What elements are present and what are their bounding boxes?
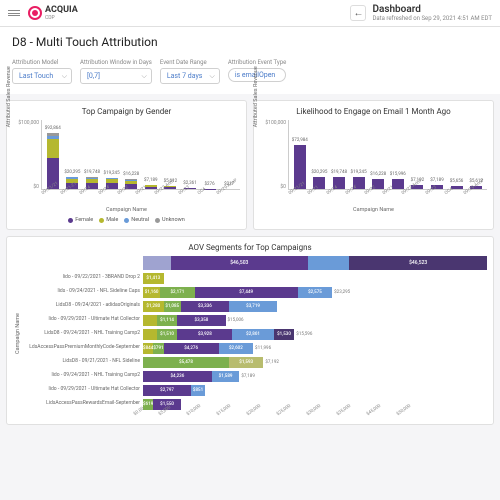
filter-window-select[interactable]: [0,7] — [80, 68, 152, 84]
row-label: LdsAccessPassPremiumMonthlyCode-Septembe… — [23, 340, 140, 354]
row-label: LidsAccessPassRewardsEmail-September — [23, 396, 140, 410]
y-axis: $100,000 $0 — [13, 120, 41, 190]
hbar-row[interactable]: $1,280$1,085$3,336$3,719 — [143, 299, 487, 313]
hbar-row[interactable]: $4,236$1,589$7,189 — [143, 369, 487, 383]
x-labels: 09/21/2109/21-2109/2409/24'09/2209/21 09… — [13, 190, 240, 197]
header-subtitle: Data refreshed on Sep 29, 2021 4:51 AM E… — [372, 15, 492, 22]
filter-model-select[interactable]: Last Touch — [12, 68, 72, 84]
bars-area: $72,984$20,295$19,748$19,245$16,228$15,9… — [288, 120, 487, 190]
row-label: LidsD8 - 09/24/2021 - NHL Training Camp2 — [23, 326, 140, 340]
chart-title: Likelihood to Engage on Email 1 Month Ag… — [260, 107, 487, 116]
logo-icon — [28, 6, 42, 20]
chart-likelihood-engage: Likelihood to Engage on Email 1 Month Ag… — [253, 100, 494, 230]
filter-model: Attribution Model Last Touch — [12, 59, 72, 84]
chart-title: Top Campaign by Gender — [13, 107, 240, 116]
topbar: ACQUIA CDP ← Dashboard Data refreshed on… — [0, 0, 500, 27]
y-axis-label: Attributed Sales Revenue — [6, 66, 12, 127]
hbar-row[interactable]: $844$791$4,276$2,602$11,996 — [143, 341, 487, 355]
filter-label: Attribution Model — [12, 59, 72, 66]
filter-range-select[interactable]: Last 7 days — [160, 68, 220, 84]
filter-window: Attribution Window in Days [0,7] — [80, 59, 152, 84]
y-axis-label: Attributed Sales Revenue — [253, 66, 259, 127]
row-label: lido - 09/29/2021 - Ultimate Hat Collect… — [23, 312, 140, 326]
filter-label: Event Date Range — [160, 59, 220, 66]
y-tick: $0 — [13, 184, 39, 190]
hbar-row[interactable]: $1,160$2,171$7,449$2,575$23,295 — [143, 285, 487, 299]
hbar-row[interactable]: $5,478$1,593$7,192 — [143, 355, 487, 369]
brand-logo: ACQUIA CDP — [28, 5, 78, 21]
legend-item: Male — [99, 217, 118, 223]
hbar-row[interactable]: $1,413 — [143, 271, 487, 285]
filters-bar: Attribution Model Last Touch Attribution… — [0, 55, 500, 94]
filter-label: Attribution Window in Days — [80, 59, 152, 66]
hbar-row[interactable]: $2,797$851 — [143, 383, 487, 397]
chart-aov-segments: AOV Segments for Top Campaigns Campaign … — [6, 236, 494, 425]
legend-item: Neutral — [124, 217, 149, 223]
brand-name: ACQUIA — [45, 5, 78, 15]
hbar-category-labels: lido - 09/22/2021 - 3BRAND Drop 2lids - … — [23, 256, 143, 411]
y-tick: $100,000 — [260, 120, 286, 126]
legend-item: Unknown — [155, 217, 185, 223]
chart-top-campaign-gender: Top Campaign by Gender Attributed Sales … — [6, 100, 247, 230]
row-label: lids - 09/24/2021 - NFL Sideline Caps — [23, 284, 140, 298]
legend-item: Female — [68, 217, 93, 223]
bars-area: $92,864$20,295$19,748$19,245$16,228$7,18… — [41, 120, 240, 190]
brand-sub: CDP — [45, 15, 78, 21]
filter-range: Event Date Range Last 7 days — [160, 59, 220, 84]
back-button[interactable]: ← — [350, 5, 366, 21]
row-label: LidsD8 - 09/21/2021 - NFL Sideline — [23, 354, 140, 368]
header-title: Dashboard — [372, 4, 492, 15]
y-axis-label: Campaign Name — [13, 256, 23, 411]
x-axis-label: Campaign Name — [260, 207, 487, 213]
row-label: lido - 09/22/2021 - 3BRAND Drop 2 — [23, 270, 140, 284]
filter-label: Attribution Event Type — [228, 59, 286, 66]
y-tick: $0 — [260, 184, 286, 190]
x-labels: 09/21/2109/2109/2409/24'09/2209/2109/22-… — [260, 190, 487, 197]
row-label: lido - 09/24/2021 - NHL Training Camp2 — [23, 368, 140, 382]
page-title: D8 - Multi Touch Attribution — [0, 27, 500, 55]
row-label: lido - 09/29/2021 - Ultimate Hat Collect… — [23, 382, 140, 396]
header-title-block: Dashboard Data refreshed on Sep 29, 2021… — [372, 4, 492, 22]
hbar-area: $46,503$46,523$1,413$1,160$2,171$7,449$2… — [143, 256, 487, 411]
menu-icon[interactable] — [8, 10, 20, 16]
chart-title: AOV Segments for Top Campaigns — [13, 243, 487, 252]
hbar-row[interactable]: $1,114$3,358$15,006 — [143, 313, 487, 327]
hbar-x-ticks: $0.00$5,000$10,000$15,000$20,000$25,000$… — [13, 413, 487, 418]
top-segment-row: $46,503$46,523 — [143, 256, 487, 270]
y-axis: $100,000 $0 — [260, 120, 288, 190]
x-axis-label: Campaign Name — [13, 207, 240, 213]
bar[interactable]: $92,864 — [44, 133, 62, 189]
row-label: LidsD8 - 09/24/2021 - adidasOriginals — [23, 298, 140, 312]
y-tick: $100,000 — [13, 120, 39, 126]
hbar-row[interactable]: $1,510$3,928$2,861$1,530$15,596 — [143, 327, 487, 341]
legend: Female Male Neutral Unknown — [13, 217, 240, 223]
